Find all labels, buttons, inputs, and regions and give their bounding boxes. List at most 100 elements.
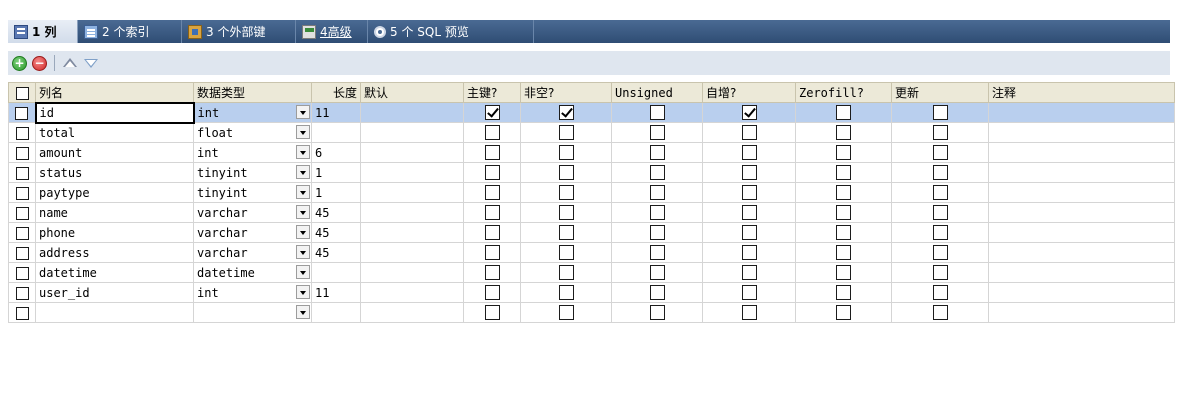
on-update-checkbox-cell[interactable] xyxy=(891,182,989,203)
column-name-cell[interactable]: amount xyxy=(35,142,194,163)
comment-cell[interactable] xyxy=(988,142,1175,163)
pk-checkbox[interactable] xyxy=(484,265,500,280)
auto-increment-checkbox[interactable] xyxy=(741,245,757,260)
unsigned-checkbox-cell[interactable] xyxy=(611,102,703,123)
unsigned-checkbox[interactable] xyxy=(649,265,665,280)
auto-increment-checkbox[interactable] xyxy=(741,125,757,140)
length-cell[interactable]: 45 xyxy=(311,222,361,243)
column-name-cell[interactable]: paytype xyxy=(35,182,194,203)
not-null-checkbox-cell[interactable] xyxy=(520,142,612,163)
row-select-checkbox[interactable] xyxy=(8,142,36,163)
on-update-checkbox[interactable] xyxy=(932,225,948,240)
not-null-checkbox[interactable] xyxy=(558,125,574,140)
chevron-down-icon[interactable] xyxy=(296,305,310,319)
pk-checkbox-cell[interactable] xyxy=(463,202,521,223)
tab-foreign-keys[interactable]: 3 个外部键 xyxy=(182,20,296,43)
auto-increment-checkbox[interactable] xyxy=(741,265,757,280)
header-data-type[interactable]: 数据类型 xyxy=(193,82,312,103)
unsigned-checkbox-cell[interactable] xyxy=(611,202,703,223)
on-update-checkbox-cell[interactable] xyxy=(891,202,989,223)
unsigned-checkbox[interactable] xyxy=(649,125,665,140)
checkbox-icon[interactable] xyxy=(15,86,29,100)
table-row[interactable]: name varchar 45 xyxy=(8,202,1175,223)
default-cell[interactable] xyxy=(360,242,464,263)
row-select-checkbox[interactable] xyxy=(8,222,36,243)
on-update-checkbox[interactable] xyxy=(932,105,948,120)
not-null-checkbox-cell[interactable] xyxy=(520,162,612,183)
checkbox-icon[interactable] xyxy=(15,306,29,320)
table-row[interactable]: phone varchar 45 xyxy=(8,222,1175,243)
length-cell[interactable]: 45 xyxy=(311,202,361,223)
auto-increment-checkbox[interactable] xyxy=(741,305,757,320)
checkbox-icon[interactable] xyxy=(15,226,29,240)
zerofill-checkbox[interactable] xyxy=(836,245,851,260)
unsigned-checkbox-cell[interactable] xyxy=(611,182,703,203)
tab-advanced[interactable]: 4高级 xyxy=(296,20,368,43)
tab-columns[interactable]: 1 列 xyxy=(8,20,78,43)
on-update-checkbox[interactable] xyxy=(932,125,948,140)
row-select-checkbox[interactable] xyxy=(8,122,36,143)
pk-checkbox-cell[interactable] xyxy=(463,302,521,323)
column-name-cell[interactable]: total xyxy=(35,122,194,143)
chevron-down-icon[interactable] xyxy=(296,285,310,299)
data-type-cell[interactable]: varchar xyxy=(193,202,312,223)
auto-increment-checkbox[interactable] xyxy=(741,225,757,240)
zerofill-checkbox-cell[interactable] xyxy=(795,202,892,223)
not-null-checkbox-cell[interactable] xyxy=(520,102,612,123)
pk-checkbox[interactable] xyxy=(484,165,500,180)
comment-cell[interactable] xyxy=(988,222,1175,243)
auto-increment-checkbox[interactable] xyxy=(741,205,757,220)
on-update-checkbox-cell[interactable] xyxy=(891,102,989,123)
table-row[interactable]: amount int 6 xyxy=(8,142,1175,163)
data-type-cell[interactable]: tinyint xyxy=(193,162,312,183)
length-cell[interactable]: 11 xyxy=(311,102,361,123)
default-cell[interactable] xyxy=(360,202,464,223)
zerofill-checkbox[interactable] xyxy=(836,145,851,160)
default-cell[interactable] xyxy=(360,122,464,143)
header-column-name[interactable]: 列名 xyxy=(35,82,194,103)
comment-cell[interactable] xyxy=(988,162,1175,183)
checkbox-icon[interactable] xyxy=(15,186,29,200)
zerofill-checkbox[interactable] xyxy=(836,305,851,320)
table-row[interactable]: address varchar 45 xyxy=(8,242,1175,263)
unsigned-checkbox-cell[interactable] xyxy=(611,302,703,323)
pk-checkbox-cell[interactable] xyxy=(463,282,521,303)
on-update-checkbox-cell[interactable] xyxy=(891,302,989,323)
length-cell[interactable]: 45 xyxy=(311,242,361,263)
not-null-checkbox-cell[interactable] xyxy=(520,262,612,283)
unsigned-checkbox-cell[interactable] xyxy=(611,282,703,303)
zerofill-checkbox[interactable] xyxy=(836,265,851,280)
default-cell[interactable] xyxy=(360,222,464,243)
column-name-cell[interactable]: user_id xyxy=(35,282,194,303)
zerofill-checkbox-cell[interactable] xyxy=(795,142,892,163)
data-type-cell[interactable]: tinyint xyxy=(193,182,312,203)
comment-cell[interactable] xyxy=(988,282,1175,303)
not-null-checkbox[interactable] xyxy=(558,245,574,260)
table-row[interactable]: status tinyint 1 xyxy=(8,162,1175,183)
column-name-cell[interactable]: phone xyxy=(35,222,194,243)
unsigned-checkbox[interactable] xyxy=(649,205,665,220)
data-type-cell[interactable]: int xyxy=(193,102,312,123)
tab-sql-preview[interactable]: 5 个 SQL 预览 xyxy=(368,20,534,43)
table-row[interactable] xyxy=(8,302,1175,323)
data-type-cell[interactable]: int xyxy=(193,282,312,303)
default-cell[interactable] xyxy=(360,302,464,323)
on-update-checkbox[interactable] xyxy=(932,205,948,220)
comment-cell[interactable] xyxy=(988,242,1175,263)
header-comment[interactable]: 注释 xyxy=(988,82,1175,103)
not-null-checkbox[interactable] xyxy=(558,165,574,180)
chevron-down-icon[interactable] xyxy=(296,125,310,139)
length-cell[interactable] xyxy=(311,302,361,323)
row-select-checkbox[interactable] xyxy=(8,282,36,303)
add-column-icon[interactable]: + xyxy=(12,55,27,71)
checkbox-icon[interactable] xyxy=(15,246,29,260)
pk-checkbox[interactable] xyxy=(484,145,500,160)
not-null-checkbox-cell[interactable] xyxy=(520,122,612,143)
data-type-cell[interactable]: varchar xyxy=(193,242,312,263)
pk-checkbox[interactable] xyxy=(484,205,500,220)
header-on-update[interactable]: 更新 xyxy=(891,82,989,103)
unsigned-checkbox-cell[interactable] xyxy=(611,162,703,183)
default-cell[interactable] xyxy=(360,102,464,123)
not-null-checkbox[interactable] xyxy=(558,265,574,280)
not-null-checkbox[interactable] xyxy=(558,185,574,200)
